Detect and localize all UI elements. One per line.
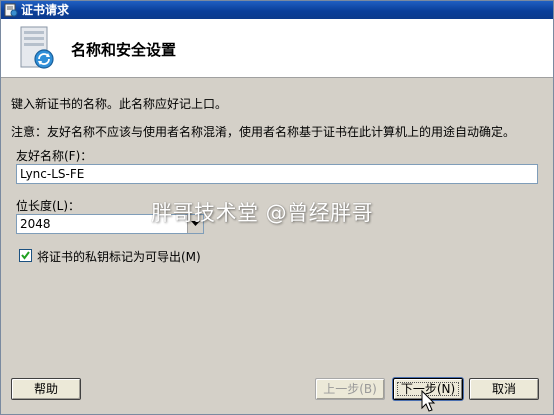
certificate-server-icon	[20, 26, 54, 69]
back-button-label: 上一步(B)	[323, 382, 377, 396]
friendly-name-label: 友好名称(F)：	[16, 149, 93, 163]
mouse-pointer-icon	[421, 390, 436, 412]
wizard-header: 名称和安全设置	[1, 19, 553, 78]
bit-length-label: 位长度(L)：	[16, 199, 81, 213]
help-button[interactable]: 帮助	[11, 378, 81, 400]
watermark-text: 胖哥技术堂 @曾经胖哥	[151, 201, 374, 225]
note-text: 注意：友好名称不应该与使用者名称混淆，使用者名称基于证书在此计算机上的用途自动确…	[11, 125, 516, 139]
cancel-button-label: 取消	[491, 382, 516, 396]
intro-text: 键入新证书的名称。此名称应好记上口。	[11, 97, 228, 111]
bit-length-value: 2048	[20, 217, 51, 231]
exportable-checkbox[interactable]	[19, 249, 32, 262]
window-title: 证书请求	[21, 3, 70, 17]
cancel-button[interactable]: 取消	[469, 378, 539, 400]
back-button[interactable]: 上一步(B)	[315, 378, 385, 400]
certificate-app-icon	[4, 3, 18, 17]
title-bar[interactable]: 证书请求	[1, 1, 553, 19]
certificate-request-window: 证书请求 名称和安全设置 键入新证书的名称。此名称应好记上口。 注意：友好名称不…	[0, 0, 554, 415]
help-button-label: 帮助	[33, 382, 58, 396]
checkmark-icon	[21, 251, 30, 260]
friendly-name-value: Lync-LS-FE	[20, 167, 85, 181]
exportable-label[interactable]: 将证书的私钥标记为可导出(M)	[37, 248, 201, 265]
page-title: 名称和安全设置	[71, 41, 177, 59]
friendly-name-input[interactable]: Lync-LS-FE	[16, 164, 538, 184]
